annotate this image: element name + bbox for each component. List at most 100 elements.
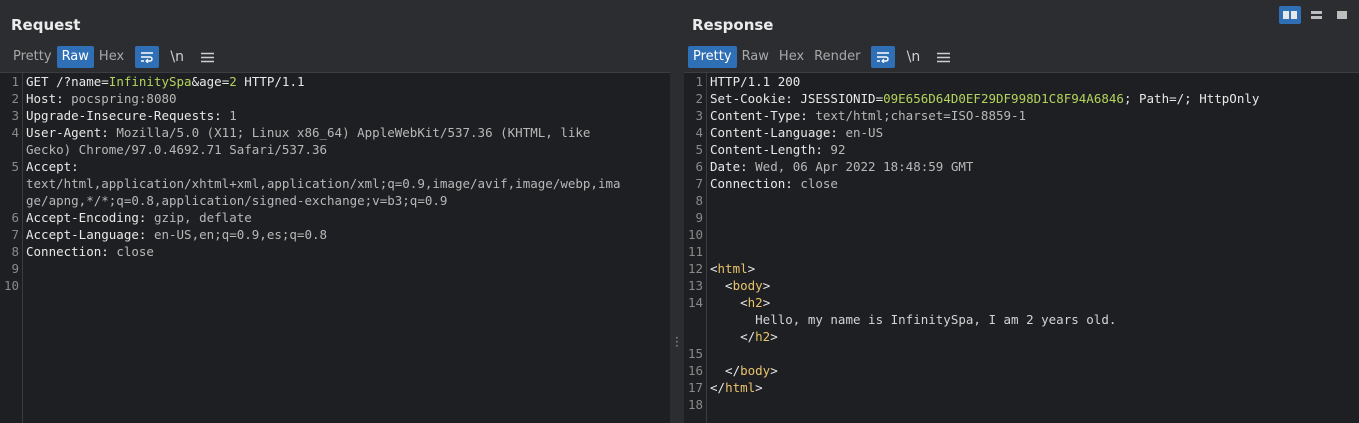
line-number: 3 [695, 108, 703, 123]
response-editor[interactable]: 1 2 3 4 5 6 7 8 9 10 11 12 13 14 15 16 17 18 HTTP/1.1 200… [684, 72, 1359, 423]
code-token: pocspring:8080 [71, 91, 177, 106]
code-token: 09E656D64D0EF29DF998D1C8F94A6846 [883, 91, 1124, 106]
code-token: < [710, 278, 733, 293]
code-token: HTTP/1.1 200 [710, 74, 801, 89]
code-token: Wed, 06 Apr 2022 18:48:59 GMT [755, 159, 974, 174]
code-token: </ [710, 380, 726, 395]
code-line: Accept: [26, 158, 668, 175]
line-number: 7 [695, 176, 703, 191]
response-gutter: 1 2 3 4 5 6 7 8 9 10 11 12 13 14 15 16 17 18 [684, 73, 707, 423]
code-line: text/html,application/xhtml+xml,applicat… [26, 175, 668, 192]
wrap-icon[interactable] [871, 46, 896, 68]
code-line: User-Agent: Mozilla/5.0 (X11; Linux x86_… [26, 124, 668, 141]
menu-icon[interactable] [195, 46, 219, 68]
code-line: Hello, my name is InfinitySpa, I am 2 ye… [710, 311, 1355, 328]
code-line: Upgrade-Insecure-Requests: 1 [26, 107, 668, 124]
line-number: 17 [687, 380, 703, 395]
code-line: <html> [710, 260, 1355, 277]
code-token: Content-Language: [710, 125, 846, 140]
response-code[interactable]: HTTP/1.1 200 Set-Cookie: JSESSIONID=09E65… [710, 73, 1355, 413]
code-line: Connection: close [710, 175, 1355, 192]
line-number: 14 [687, 295, 703, 310]
request-pane: Request Pretty Raw Hex \n 1 2 3 4 5 6 7 8 9 10 GE… [0, 0, 670, 423]
line-number [0, 141, 22, 158]
request-code[interactable]: GET /?name=InfinitySpa&age=2 HTTP/1.1 Hos… [26, 73, 668, 294]
newline-icon[interactable]: \n [901, 46, 925, 68]
menu-icon[interactable] [931, 46, 955, 68]
code-token: en-US,en;q=0.9,es;q=0.8 [153, 227, 328, 242]
code-token: Connection: [26, 244, 117, 259]
code-token: h2 [755, 329, 771, 344]
code-token: close [800, 176, 838, 191]
code-line: Host: pocspring:8080 [26, 90, 668, 107]
line-number: 4 [695, 125, 703, 140]
pane-splitter[interactable]: · · · [670, 0, 684, 423]
response-tab-pretty[interactable]: Pretty [688, 46, 737, 68]
code-token: Content-Type: [710, 108, 816, 123]
response-tab-render[interactable]: Render [809, 46, 865, 68]
code-token: > [747, 261, 756, 276]
line-number [0, 175, 22, 192]
request-toolbar: Pretty Raw Hex \n [8, 46, 219, 68]
code-token: gzip, deflate [153, 210, 252, 225]
code-token: body [740, 363, 771, 378]
line-number: 18 [687, 397, 703, 412]
line-number: 2 [11, 91, 19, 106]
line-number: 1 [695, 74, 703, 89]
request-tab-hex[interactable]: Hex [94, 46, 129, 68]
repeater-panel: Request Pretty Raw Hex \n 1 2 3 4 5 6 7 8 9 10 GE… [0, 0, 1359, 423]
code-token: body [732, 278, 763, 293]
line-number: 6 [695, 159, 703, 174]
code-token: </ [710, 363, 741, 378]
wrap-icon[interactable] [135, 46, 160, 68]
code-token: JSESSIONID= [800, 91, 884, 106]
code-line: </h2> [710, 328, 1355, 345]
line-number: 1 [11, 74, 19, 89]
code-token: Date: [710, 159, 756, 174]
code-line: </html> [710, 379, 1355, 396]
code-token: > [762, 295, 771, 310]
code-token: User-Agent: [26, 125, 117, 140]
splitter-grip-icon[interactable]: · · · [675, 332, 679, 352]
line-number [684, 311, 706, 328]
line-number: 11 [687, 244, 703, 259]
code-token: html [717, 261, 748, 276]
code-token: html [725, 380, 756, 395]
request-tab-pretty[interactable]: Pretty [8, 46, 57, 68]
line-number: 9 [695, 210, 703, 225]
code-token: Gecko) Chrome/97.0.4692.71 Safari/537.36 [26, 142, 328, 157]
code-line: Content-Type: text/html;charset=ISO-8859… [710, 107, 1355, 124]
newline-label: \n [170, 49, 184, 65]
code-line: Content-Length: 92 [710, 141, 1355, 158]
line-number: 15 [687, 346, 703, 361]
code-line: Accept-Encoding: gzip, deflate [26, 209, 668, 226]
code-token: h2 [747, 295, 763, 310]
request-editor[interactable]: 1 2 3 4 5 6 7 8 9 10 GET /?name=InfinitySpa&age=2… [0, 72, 670, 423]
code-token: > [770, 363, 778, 378]
code-line: <body> [710, 277, 1355, 294]
response-tab-raw[interactable]: Raw [737, 46, 774, 68]
code-token: 92 [830, 142, 846, 157]
code-line: GET /?name=InfinitySpa&age=2 HTTP/1.1 [26, 73, 668, 90]
code-token: Mozilla/5.0 (X11; Linux x86_64) AppleWeb… [116, 125, 591, 140]
line-number: 8 [11, 244, 19, 259]
code-token: Host: [26, 91, 72, 106]
line-number: 7 [11, 227, 19, 242]
line-number [684, 328, 706, 345]
line-number: 16 [687, 363, 703, 378]
line-number: 8 [695, 193, 703, 208]
newline-icon[interactable]: \n [165, 46, 189, 68]
line-number: 5 [695, 142, 703, 157]
line-number: 10 [687, 227, 703, 242]
line-number: 4 [11, 125, 19, 140]
code-token: text/html,application/xhtml+xml,applicat… [26, 176, 621, 191]
code-token: ge/apng,*/*;q=0.8,application/signed-exc… [26, 193, 448, 208]
request-tab-raw[interactable]: Raw [56, 46, 94, 68]
response-tab-hex[interactable]: Hex [774, 46, 809, 68]
